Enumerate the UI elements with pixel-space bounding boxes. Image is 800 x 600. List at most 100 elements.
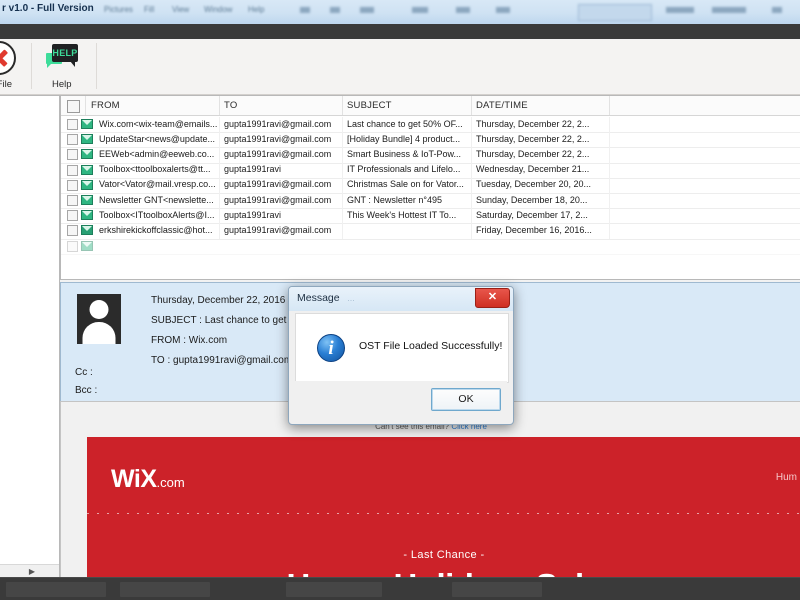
- cell-from: Vator<Vator@mail.vresp.co...: [99, 179, 216, 190]
- table-row[interactable]: Vator<Vator@mail.vresp.co... gupta1991ra…: [61, 177, 800, 194]
- preview-cc: Cc :: [75, 367, 93, 378]
- row-checkbox[interactable]: [67, 164, 78, 176]
- column-header-datetime[interactable]: DATE/TIME: [476, 100, 528, 111]
- background-menu-item-2[interactable]: View: [172, 5, 189, 14]
- background-tab-2[interactable]: [712, 7, 746, 13]
- background-tab-1[interactable]: [666, 7, 694, 13]
- row-checkbox[interactable]: [67, 225, 78, 237]
- mail-list[interactable]: FROM TO SUBJECT DATE/TIME Wix.com<wix-te…: [60, 95, 800, 280]
- ok-button[interactable]: OK: [431, 388, 501, 411]
- cell-divider: [471, 132, 472, 148]
- dialog-footer: OK: [295, 381, 507, 418]
- ribbon-separator-2: [96, 43, 97, 89]
- cell-divider: [342, 132, 343, 148]
- cell-divider: [609, 177, 610, 193]
- cell-from: EEWeb<admin@eeweb.co...: [99, 148, 215, 159]
- folder-tree-panel[interactable]: pta1991 mputer his com (326) uter onl ut…: [0, 95, 60, 577]
- mail-envelope-icon: [81, 119, 93, 129]
- table-row[interactable]: Wix.com<wix-team@emails... gupta1991ravi…: [61, 117, 800, 134]
- window-dark-band: [0, 24, 800, 39]
- help-button[interactable]: HELP: [46, 44, 78, 72]
- background-window-titlebar: r v1.0 - Full Version Pictures Fill View…: [0, 0, 800, 24]
- cell-divider: [609, 147, 610, 163]
- last-chance-text: - Last Chance -: [403, 549, 485, 561]
- background-menu-item-0[interactable]: Pictures: [104, 5, 133, 14]
- row-checkbox[interactable]: [67, 195, 78, 206]
- cell-divider: [342, 208, 343, 224]
- ribbon-separator: [31, 43, 32, 89]
- taskbar-item-2[interactable]: [286, 582, 382, 597]
- row-checkbox[interactable]: [67, 134, 78, 146]
- cell-divider: [471, 193, 472, 209]
- cell-divider: [609, 162, 610, 178]
- taskbar[interactable]: [0, 577, 800, 600]
- table-row[interactable]: erkshirekickoffclassic@hot... gupta1991r…: [61, 223, 800, 240]
- background-menu-item-1[interactable]: Fill: [144, 5, 154, 14]
- background-toolbar-icon-2[interactable]: [360, 7, 374, 13]
- background-toolbar-icon-5[interactable]: [496, 7, 510, 13]
- background-toolbar-icon-0[interactable]: [300, 7, 310, 13]
- folder-tree-horizontal-scrollbar[interactable]: ▶: [0, 564, 59, 577]
- taskbar-item-0[interactable]: [6, 582, 106, 597]
- table-row[interactable]: [61, 239, 800, 255]
- cell-divider: [609, 208, 610, 224]
- table-row[interactable]: Newsletter GNT<newslette... gupta1991rav…: [61, 193, 800, 210]
- wix-logo-text: WiX: [111, 465, 157, 493]
- preview-date: Thursday, December 22, 2016: [151, 295, 286, 306]
- cell-divider: [342, 193, 343, 209]
- cell-divider: [342, 117, 343, 133]
- wix-nav-link[interactable]: Hum: [776, 472, 797, 483]
- screen-root: r v1.0 - Full Version Pictures Fill View…: [0, 0, 800, 600]
- banner-dotted-divider: [87, 513, 800, 514]
- help-bubble-icon: HELP: [52, 44, 78, 67]
- mail-envelope-icon: [81, 149, 93, 160]
- dialog-titlebar[interactable]: Message … ✕: [289, 287, 513, 311]
- background-menu-item-3[interactable]: Window: [204, 5, 232, 14]
- taskbar-item-1[interactable]: [120, 582, 210, 597]
- cell-subject: Christmas Sale on for Vator...: [347, 179, 464, 190]
- cell-datetime: Thursday, December 22, 2...: [476, 133, 590, 144]
- cell-divider: [219, 162, 220, 178]
- cell-from: Toolbox<ITtoolboxAlerts@I...: [99, 209, 215, 220]
- column-header-to[interactable]: TO: [224, 100, 237, 111]
- row-checkbox[interactable]: [67, 240, 78, 252]
- cell-subject: GNT : Newsletter n°495: [347, 194, 442, 205]
- background-toolbar-icon-4[interactable]: [456, 7, 470, 13]
- cell-to: gupta1991ravi@gmail.com: [224, 133, 332, 144]
- cell-to: gupta1991ravi@gmail.com: [224, 148, 332, 159]
- background-toolbar-icon-1[interactable]: [330, 7, 340, 13]
- cell-divider: [609, 117, 610, 133]
- avatar-head-icon: [89, 300, 109, 319]
- row-checkbox[interactable]: [67, 119, 78, 130]
- column-header-subject[interactable]: SUBJECT: [347, 100, 392, 111]
- select-all-checkbox[interactable]: [67, 100, 80, 113]
- cell-divider: [219, 147, 220, 163]
- cell-divider: [471, 208, 472, 224]
- table-row[interactable]: UpdateStar<news@update... gupta1991ravi@…: [61, 132, 800, 149]
- table-row[interactable]: Toolbox<ITtoolboxAlerts@I... gupta1991ra…: [61, 208, 800, 225]
- background-tab-3[interactable]: [772, 7, 782, 13]
- help-label: Help: [52, 79, 72, 90]
- cell-datetime: Sunday, December 18, 20...: [476, 194, 588, 205]
- cell-divider: [342, 162, 343, 178]
- cell-datetime: Tuesday, December 20, 20...: [476, 179, 592, 190]
- cell-divider: [219, 208, 220, 224]
- cell-divider: [342, 177, 343, 193]
- background-toolbar-icon-3[interactable]: [412, 7, 428, 13]
- background-menu-item-4[interactable]: Help: [248, 5, 264, 14]
- close-icon[interactable]: ✕: [475, 288, 510, 308]
- table-row[interactable]: Toolbox<ttoolboxalerts@tt... gupta1991ra…: [61, 162, 800, 179]
- wix-logo[interactable]: WiX.com: [111, 465, 185, 494]
- cell-divider: [609, 223, 610, 239]
- scrollbar-right-arrow-icon[interactable]: ▶: [29, 567, 35, 576]
- row-checkbox[interactable]: [67, 210, 78, 222]
- table-row[interactable]: EEWeb<admin@eeweb.co... gupta1991ravi@gm…: [61, 147, 800, 164]
- close-file-button[interactable]: [0, 41, 18, 77]
- column-header-from[interactable]: FROM: [91, 100, 120, 111]
- background-active-tab[interactable]: [578, 4, 652, 21]
- taskbar-item-3[interactable]: [452, 582, 542, 597]
- mail-envelope-icon: [81, 195, 93, 205]
- cell-from: Newsletter GNT<newslette...: [99, 194, 214, 205]
- row-checkbox[interactable]: [67, 179, 78, 191]
- row-checkbox[interactable]: [67, 149, 78, 161]
